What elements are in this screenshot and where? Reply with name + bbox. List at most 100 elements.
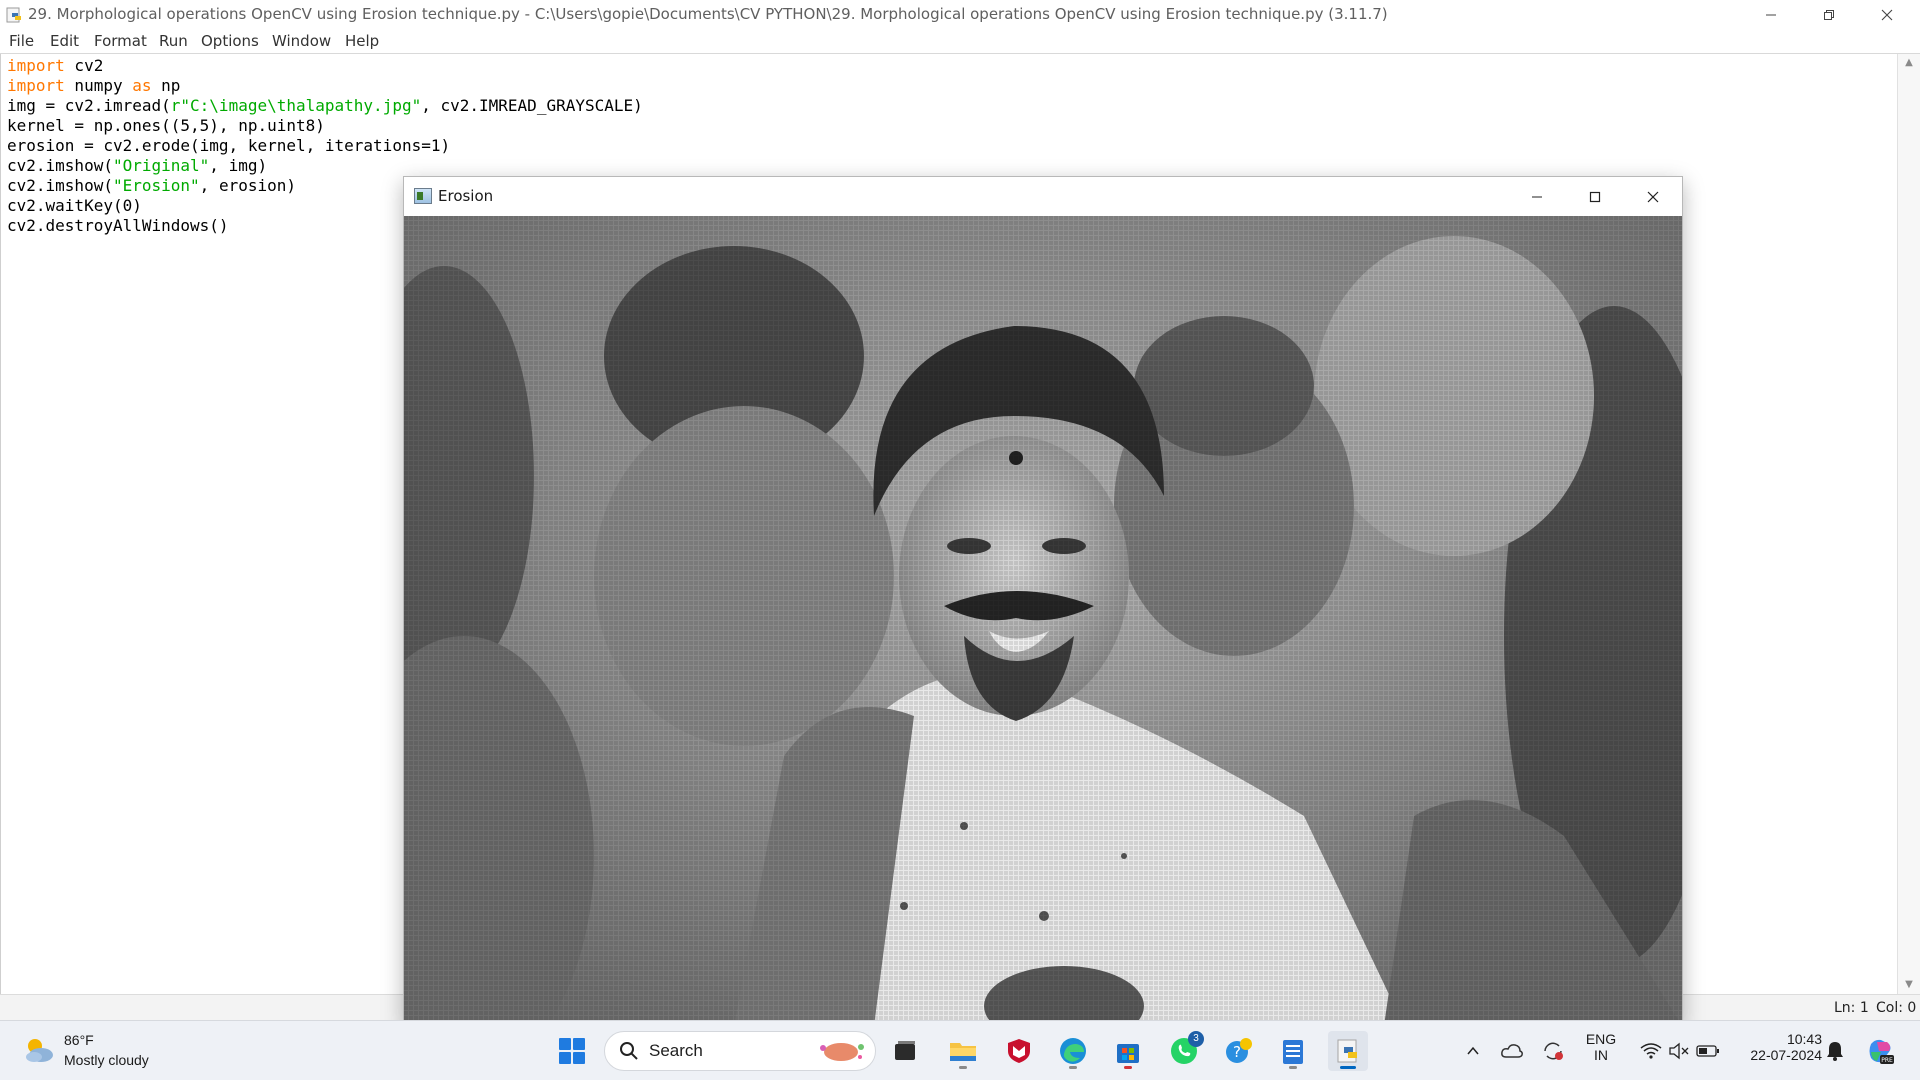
copilot-button[interactable]: PRE xyxy=(1860,1031,1900,1071)
code-token: cv2.waitKey(0) xyxy=(7,196,142,215)
code-token: erosion = cv2.erode(img, kernel, iterati… xyxy=(7,136,451,155)
erosion-close-button[interactable] xyxy=(1624,177,1682,216)
code-line[interactable]: kernel = np.ones((5,5), np.uint8) xyxy=(7,116,643,136)
code-line[interactable]: img = cv2.imread(r"C:\image\thalapathy.j… xyxy=(7,96,643,116)
cloud-icon xyxy=(1501,1044,1523,1058)
notification-badge: 3 xyxy=(1188,1031,1204,1047)
minimize-icon xyxy=(1532,196,1542,197)
start-button[interactable] xyxy=(552,1031,592,1071)
menu-file[interactable]: File xyxy=(9,29,34,53)
mcafee-shield-icon xyxy=(1008,1039,1030,1063)
code-keyword: as xyxy=(132,76,152,95)
scroll-down-icon[interactable]: ▼ xyxy=(1904,980,1914,990)
code-token: , cv2.IMREAD_GRAYSCALE) xyxy=(421,96,643,115)
code-token: cv2 xyxy=(64,56,104,75)
erosion-maximize-button[interactable] xyxy=(1566,177,1624,216)
code-keyword: import xyxy=(7,56,65,75)
column-number: Col: 0 xyxy=(1876,1000,1917,1016)
svg-text:PRE: PRE xyxy=(1881,1057,1893,1064)
language-indicator[interactable]: ENG IN xyxy=(1578,1031,1624,1063)
clock-time: 10:43 xyxy=(1786,1031,1822,1047)
maximize-icon xyxy=(1589,191,1601,202)
menu-options[interactable]: Options xyxy=(201,29,259,53)
menu-bar: File Edit Format Run Options Window Help xyxy=(0,29,1920,54)
volume-muted-icon xyxy=(1669,1042,1689,1060)
line-number: Ln: 1 xyxy=(1834,1000,1869,1016)
code-token: cv2.imshow( xyxy=(7,156,113,175)
sync-tray-button[interactable] xyxy=(1533,1031,1573,1071)
clock[interactable]: 10:43 22-07-2024 xyxy=(1730,1031,1822,1063)
scroll-up-icon[interactable]: ▲ xyxy=(1904,58,1914,68)
language-code: ENG xyxy=(1585,1031,1617,1047)
running-indicator xyxy=(959,1066,967,1069)
windows-logo-icon xyxy=(559,1038,585,1064)
help-icon: ? xyxy=(1226,1038,1252,1063)
code-line[interactable]: erosion = cv2.erode(img, kernel, iterati… xyxy=(7,136,643,156)
whatsapp-button[interactable]: 3 xyxy=(1164,1031,1204,1071)
python-idle-icon xyxy=(6,7,21,23)
show-hidden-icons-button[interactable] xyxy=(1453,1031,1493,1071)
erosion-minimize-button[interactable] xyxy=(1508,177,1566,216)
menu-run[interactable]: Run xyxy=(159,29,188,53)
weather-widget[interactable]: 86°F Mostly cloudy xyxy=(20,1031,200,1071)
clock-date: 22-07-2024 xyxy=(1750,1047,1822,1063)
task-view-icon xyxy=(895,1041,915,1060)
file-explorer-button[interactable] xyxy=(943,1031,983,1071)
taskbar-search[interactable]: Search xyxy=(604,1031,876,1071)
code-string: "Erosion" xyxy=(112,176,200,195)
partly-cloudy-icon xyxy=(26,1039,53,1062)
restore-button[interactable] xyxy=(1800,0,1858,29)
title-bar: 29. Morphological operations OpenCV usin… xyxy=(0,0,1920,29)
onedrive-tray-button[interactable] xyxy=(1492,1031,1532,1071)
code-line[interactable]: cv2.imshow("Original", img) xyxy=(7,156,643,176)
menu-edit[interactable]: Edit xyxy=(50,29,79,53)
code-token: numpy xyxy=(64,76,133,95)
menu-format[interactable]: Format xyxy=(94,29,147,53)
python-idle-button[interactable] xyxy=(1328,1031,1368,1071)
battery-icon xyxy=(1696,1045,1719,1057)
python-idle-icon xyxy=(1337,1039,1357,1063)
code-token: img = cv2.imread( xyxy=(7,96,171,115)
menu-window[interactable]: Window xyxy=(272,29,331,53)
weather-description: Mostly cloudy xyxy=(64,1052,149,1068)
edge-browser-icon xyxy=(1060,1038,1086,1064)
close-icon xyxy=(1647,191,1659,202)
close-button[interactable] xyxy=(1858,0,1916,29)
vertical-scrollbar[interactable]: ▲ ▼ xyxy=(1898,54,1920,994)
notepad-button[interactable] xyxy=(1273,1031,1313,1071)
get-help-button[interactable]: ? xyxy=(1219,1031,1259,1071)
code-token: kernel = np.ones((5,5), np.uint8) xyxy=(7,116,325,135)
microsoft-store-button[interactable] xyxy=(1108,1031,1148,1071)
search-icon xyxy=(620,1042,638,1060)
code-line[interactable]: import numpy as np xyxy=(7,76,643,96)
running-indicator xyxy=(1289,1066,1297,1069)
code-token: cv2.imshow( xyxy=(7,176,113,195)
code-line[interactable]: import cv2 xyxy=(7,56,643,76)
erosion-title-bar[interactable]: Erosion xyxy=(404,177,1682,216)
svg-text:?: ? xyxy=(1233,1043,1241,1061)
edge-button[interactable] xyxy=(1053,1031,1093,1071)
eroded-grayscale-photo xyxy=(404,216,1682,1026)
minimize-icon xyxy=(1766,14,1776,15)
weather-temperature: 86°F xyxy=(64,1032,94,1048)
task-view-button[interactable] xyxy=(885,1031,925,1071)
erosion-window[interactable]: Erosion xyxy=(403,176,1683,1026)
menu-help[interactable]: Help xyxy=(345,29,379,53)
code-string: "Original" xyxy=(112,156,210,175)
minimize-button[interactable] xyxy=(1742,0,1800,29)
search-label: Search xyxy=(649,1041,703,1060)
code-string: r"C:\image\thalapathy.jpg" xyxy=(170,96,422,115)
code-token: cv2.destroyAllWindows() xyxy=(7,216,229,235)
folder-icon xyxy=(950,1043,976,1061)
quick-settings-button[interactable] xyxy=(1630,1031,1730,1071)
mcafee-button[interactable] xyxy=(999,1031,1039,1071)
notepad-icon xyxy=(1283,1040,1303,1064)
restore-icon xyxy=(1824,9,1834,20)
wifi-icon xyxy=(1640,1043,1662,1059)
close-icon xyxy=(1881,9,1893,20)
bell-icon xyxy=(1827,1042,1843,1061)
window-title: 29. Morphological operations OpenCV usin… xyxy=(28,5,1388,23)
notifications-button[interactable] xyxy=(1815,1031,1855,1071)
store-bag-icon xyxy=(1117,1044,1139,1063)
image-window-icon xyxy=(414,188,432,204)
